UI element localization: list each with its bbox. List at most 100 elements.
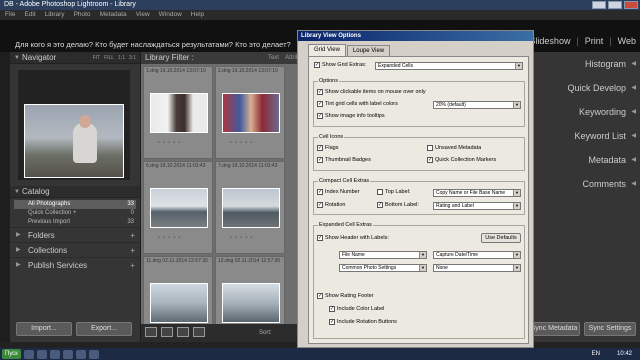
top-label-select[interactable]: Copy Name or File Base Name ▼ (433, 189, 521, 197)
catalog-item-all-photographs[interactable]: All Photographs 33 (14, 200, 136, 209)
menu-file[interactable]: File (5, 10, 15, 20)
taskbar-app-icon[interactable] (36, 349, 47, 359)
export-button[interactable]: Export... (76, 322, 132, 336)
cell-rating-stars[interactable]: • • • • • (158, 235, 181, 241)
cell-rating-stars[interactable]: • • • • • (230, 140, 253, 146)
chevron-down-icon: ▼ (513, 265, 520, 271)
grid-cell[interactable]: 7.dng 19.10.2014 11:03:43 • • • • • (215, 161, 285, 254)
taskbar-app-icon[interactable] (49, 349, 60, 359)
navigator-title: Navigator (22, 53, 57, 62)
catalog-item-quick-collection[interactable]: Quick Collection + 0 (14, 209, 136, 218)
minimize-button[interactable] (592, 1, 606, 9)
loupe-view-icon[interactable] (161, 327, 173, 337)
module-slideshow[interactable]: Slideshow (529, 36, 570, 46)
header-field-4-select[interactable]: None ▼ (433, 264, 521, 272)
cell-thumbnail (150, 283, 208, 323)
header-field-1-select[interactable]: File Name ▼ (339, 251, 427, 259)
panel-quick-develop[interactable]: Quick Develop ◀ (520, 76, 640, 100)
folders-header[interactable]: ▶ Folders + (10, 227, 140, 242)
tint-grid-checkbox[interactable]: ✓ (317, 101, 323, 107)
zoom-fill[interactable]: FILL (104, 52, 114, 64)
show-clickable-label: Show clickable items on mouse over only (325, 89, 426, 95)
survey-view-icon[interactable] (193, 327, 205, 337)
navigator-header[interactable]: ▼ Navigator FIT FILL 1:1 3:1 (10, 52, 140, 64)
grid-cell[interactable]: 2.dng 19.10.2014 13:07:10 • • • • • (215, 66, 285, 159)
taskbar-app-icon[interactable] (62, 349, 73, 359)
section-label: Publish Services (28, 261, 88, 270)
collections-header[interactable]: ▶ Collections + (10, 242, 140, 257)
include-color-label-checkbox[interactable]: ✓ (329, 306, 335, 312)
include-rotation-checkbox[interactable]: ✓ (329, 319, 335, 325)
input-language-indicator[interactable]: EN (592, 348, 600, 360)
maximize-button[interactable] (608, 1, 622, 9)
taskbar-app-icon[interactable] (75, 349, 86, 359)
add-icon[interactable]: + (130, 243, 135, 258)
add-icon[interactable]: + (130, 228, 135, 243)
cell-date: 19.10.2014 13:07:10 (159, 68, 206, 74)
import-button[interactable]: Import... (16, 322, 72, 336)
zoom-3-1[interactable]: 3:1 (129, 52, 136, 64)
menu-edit[interactable]: Edit (24, 10, 35, 20)
tab-loupe-view[interactable]: Loupe View (346, 45, 391, 56)
show-header-checkbox[interactable]: ✓ (317, 235, 323, 241)
use-defaults-button[interactable]: Use Defaults (481, 233, 521, 243)
grid-cell[interactable]: 6.dng 19.10.2014 11:03:43 • • • • • (143, 161, 213, 254)
zoom-fit[interactable]: FIT (93, 52, 101, 64)
flags-checkbox[interactable]: ✓ (317, 145, 323, 151)
menu-help[interactable]: Help (191, 10, 204, 20)
cell-rating-stars[interactable]: • • • • • (158, 140, 181, 146)
bottom-label-select[interactable]: Rating and Label ▼ (433, 202, 521, 210)
add-icon[interactable]: + (130, 258, 135, 273)
catalog-item-previous-import[interactable]: Previous Import 33 (14, 218, 136, 227)
show-rating-footer-checkbox[interactable]: ✓ (317, 293, 323, 299)
header-field-3-value: Common Photo Settings (342, 265, 397, 271)
unsaved-metadata-checkbox[interactable] (427, 145, 433, 151)
menu-metadata[interactable]: Metadata (100, 10, 127, 20)
taskbar-app-icon[interactable] (23, 349, 34, 359)
start-button[interactable]: Пуск (2, 349, 21, 359)
header-field-2-select[interactable]: Capture Date/Time ▼ (433, 251, 521, 259)
chevron-down-icon: ▼ (513, 102, 520, 108)
module-print[interactable]: Print (585, 36, 604, 46)
panel-metadata[interactable]: Metadata ◀ (520, 148, 640, 172)
close-button[interactable] (624, 1, 638, 9)
show-tooltips-checkbox[interactable]: ✓ (317, 113, 323, 119)
cell-rating-stars[interactable]: • • • • • (230, 235, 253, 241)
grid-extras-select[interactable]: Expanded Cells ▼ (375, 62, 523, 70)
filter-tab-text[interactable]: Text (268, 52, 279, 64)
top-label-checkbox[interactable] (377, 189, 383, 195)
menu-view[interactable]: View (136, 10, 150, 20)
sync-metadata-button[interactable]: Sync Metadata (528, 322, 580, 336)
thumbnail-badges-checkbox[interactable]: ✓ (317, 157, 323, 163)
panel-keywording[interactable]: Keywording ◀ (520, 100, 640, 124)
taskbar-app-icon[interactable] (88, 349, 99, 359)
grid-view-icon[interactable] (145, 327, 157, 337)
panel-comments[interactable]: Comments ◀ (520, 172, 640, 196)
compare-view-icon[interactable] (177, 327, 189, 337)
menu-window[interactable]: Window (159, 10, 182, 20)
panel-histogram[interactable]: Histogram ◀ (520, 52, 640, 76)
collapse-triangle-icon: ◀ (631, 133, 636, 139)
show-grid-extras-checkbox[interactable]: ✓ (314, 62, 320, 68)
zoom-1-1[interactable]: 1:1 (118, 52, 125, 64)
header-field-3-select[interactable]: Common Photo Settings ▼ (339, 264, 427, 272)
rotation-checkbox[interactable]: ✓ (317, 202, 323, 208)
panel-keyword-list[interactable]: Keyword List ◀ (520, 124, 640, 148)
quick-collection-checkbox[interactable]: ✓ (427, 157, 433, 163)
menu-library[interactable]: Library (45, 10, 65, 20)
chevron-down-icon: ▼ (513, 203, 520, 209)
index-number-checkbox[interactable]: ✓ (317, 189, 323, 195)
show-clickable-checkbox[interactable]: ✓ (317, 89, 323, 95)
tint-percent-select[interactable]: 20% (default) ▼ (433, 101, 521, 109)
module-web[interactable]: Web (618, 36, 636, 46)
tab-grid-view[interactable]: Grid View (308, 44, 346, 56)
navigator-preview[interactable] (18, 70, 130, 180)
publish-services-header[interactable]: ▶ Publish Services + (10, 257, 140, 272)
cell-date: 19.10.2014 11:03:43 (159, 163, 206, 169)
catalog-header[interactable]: ▼ Catalog (10, 186, 140, 198)
library-view-options-dialog: Library View Options Grid View Loupe Vie… (297, 30, 534, 348)
sync-settings-button[interactable]: Sync Settings (584, 322, 636, 336)
grid-cell[interactable]: 1.dng 19.10.2014 13:07:10 • • • • • (143, 66, 213, 159)
menu-photo[interactable]: Photo (74, 10, 91, 20)
bottom-label-checkbox[interactable]: ✓ (377, 202, 383, 208)
